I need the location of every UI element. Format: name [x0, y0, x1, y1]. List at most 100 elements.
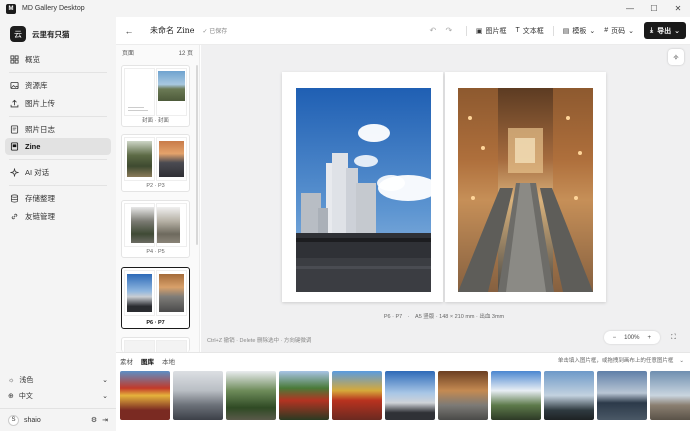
export-button[interactable]: ⤓ 导出 ⌄	[644, 22, 686, 39]
sidebar-item-ai-chat[interactable]: AI 对话	[5, 164, 111, 181]
saved-status: ✓ 已保存	[202, 29, 228, 35]
close-icon[interactable]: ✕	[666, 0, 690, 17]
theme-value: 浅色	[19, 377, 34, 384]
minimize-icon[interactable]: —	[618, 0, 642, 17]
asset-thumb[interactable]	[226, 371, 276, 420]
assets-hint-text: 单击填入图片框，或拖拽到画布上的任意图片框	[557, 358, 674, 364]
asset-thumb[interactable]	[332, 371, 382, 420]
chevron-down-icon[interactable]: ⌄	[679, 358, 684, 364]
logout-icon[interactable]: ⇥	[102, 416, 108, 424]
image-frame-left[interactable]	[296, 88, 431, 292]
page-count: 12 页	[178, 51, 193, 57]
tab-gallery[interactable]: 图库	[141, 356, 154, 366]
zoom-control: − 100% +	[603, 331, 660, 344]
globe-icon: ⊕	[8, 393, 14, 400]
fit-screen-icon[interactable]: ⛶	[667, 331, 680, 344]
template-dropdown[interactable]: ▤ 模板 ⌄	[563, 26, 596, 36]
undo-icon[interactable]: ↶	[425, 26, 441, 35]
thumb-page	[156, 270, 187, 316]
divider	[9, 115, 107, 117]
page-thumb-p2-p3[interactable]: P2 · P3	[121, 134, 190, 192]
page-left[interactable]	[282, 72, 443, 302]
journal-icon	[10, 124, 19, 134]
pages-header: 页面	[122, 51, 135, 57]
sidebar-item-links[interactable]: 友链管理	[5, 208, 111, 225]
chevron-down-icon: ⌄	[589, 27, 596, 35]
image-frame-right[interactable]	[458, 88, 593, 292]
chevron-down-icon: ⌄	[674, 27, 680, 35]
thumb-page	[124, 203, 155, 247]
sidebar-item-storage[interactable]: 存储整理	[5, 190, 111, 207]
sparkle-icon	[10, 168, 19, 177]
scrollbar[interactable]	[196, 65, 198, 245]
sidebar-item-label: Zine	[25, 142, 41, 151]
app-logo: M	[6, 3, 16, 14]
grid-icon	[10, 55, 19, 64]
upload-icon	[10, 99, 19, 107]
asset-thumb[interactable]	[279, 371, 329, 420]
zoom-in-button[interactable]: +	[647, 335, 651, 341]
asset-thumb[interactable]	[597, 371, 647, 420]
asset-thumb[interactable]	[173, 371, 223, 420]
divider	[465, 25, 467, 36]
username: shaio	[24, 416, 41, 424]
gear-icon[interactable]: ⚙	[91, 416, 97, 424]
editor-toolbar: ← 未命名 Zine ✓ 已保存 ↶ ↷ ▣ 图片框 T 文本框 ▤ 模板 ⌄ # 页码 ⌄…	[116, 17, 690, 45]
page-number-dropdown[interactable]: # 页码 ⌄	[604, 26, 634, 36]
chevron-down-icon: ⌄	[628, 27, 635, 35]
download-icon: ⤓	[650, 26, 654, 34]
redo-icon[interactable]: ↷	[441, 26, 457, 35]
assets-hint: 单击填入图片框，或拖拽到画布上的任意图片框 ⌄	[558, 356, 684, 364]
add-image-frame-button[interactable]: ▣ 图片框	[476, 26, 507, 36]
zoom-out-button[interactable]: −	[613, 335, 617, 341]
tab-local[interactable]: 本地	[162, 356, 175, 366]
sidebar-item-upload[interactable]: 图片上传	[5, 95, 111, 112]
thumb-page	[124, 137, 155, 181]
maximize-icon[interactable]: ☐	[642, 0, 666, 17]
asset-thumb[interactable]	[544, 371, 594, 420]
add-text-frame-button[interactable]: T 文本框	[515, 26, 543, 36]
image-icon: ▣	[475, 27, 483, 35]
thumb-label: P6 · P7	[146, 320, 165, 326]
button-label: 文本框	[522, 27, 544, 35]
sidebar-item-label: 照片日志	[25, 124, 55, 134]
brand-logo: 云	[10, 26, 26, 42]
button-label: 导出	[657, 27, 672, 35]
theme-select[interactable]: ☼ 浅色 ⌄	[0, 372, 116, 388]
tab-materials[interactable]: 素材	[120, 356, 133, 366]
thumb-label: 封面 · 封面	[142, 118, 169, 124]
magic-wand-icon[interactable]: ✧	[668, 49, 684, 65]
asset-thumb[interactable]	[385, 371, 435, 420]
thumb-label: P2 · P3	[146, 183, 165, 189]
page-thumb-p6-p7[interactable]: P6 · P7	[121, 267, 190, 329]
zine-icon	[10, 142, 19, 151]
sidebar-item-label: 资源库	[25, 81, 48, 90]
divider	[9, 159, 107, 160]
language-value: 中文	[18, 393, 33, 400]
hash-icon: #	[604, 27, 609, 34]
title-bar: M MD Gallery Desktop — ☐ ✕	[0, 0, 690, 17]
page-thumb-cover[interactable]: 封面 · 封面	[121, 65, 190, 127]
page-thumb-p4-p5[interactable]: P4 · P5	[121, 200, 190, 258]
chevron-down-icon: ⌄	[102, 393, 108, 400]
canvas[interactable]: ✧ P6 · P7 · A5 竖版 · 148 × 210 mm · 出血 3m…	[201, 45, 690, 352]
asset-thumb[interactable]	[120, 371, 170, 420]
sidebar-item-overview[interactable]: 概览	[5, 51, 111, 68]
page-right[interactable]	[445, 72, 606, 302]
sidebar-item-journal[interactable]: 照片日志	[5, 121, 111, 138]
divider	[9, 72, 107, 73]
page-thumb-next[interactable]	[121, 337, 190, 353]
language-select[interactable]: ⊕ 中文 ⌄	[0, 388, 116, 404]
sidebar-item-label: 友链管理	[25, 211, 55, 221]
zine-title[interactable]: 未命名 Zine	[150, 25, 195, 36]
button-label: 模板	[572, 27, 587, 35]
asset-thumb[interactable]	[438, 371, 488, 420]
sidebar-item-label: AI 对话	[25, 168, 50, 177]
sidebar-item-zine[interactable]: Zine	[5, 138, 111, 155]
asset-thumb[interactable]	[650, 371, 690, 420]
brand-name: 云里有只猫	[32, 29, 70, 39]
button-label: 页码	[611, 27, 626, 35]
sidebar-item-library[interactable]: 资源库	[5, 77, 111, 94]
back-arrow-icon[interactable]: ←	[120, 26, 138, 36]
asset-thumb[interactable]	[491, 371, 541, 420]
